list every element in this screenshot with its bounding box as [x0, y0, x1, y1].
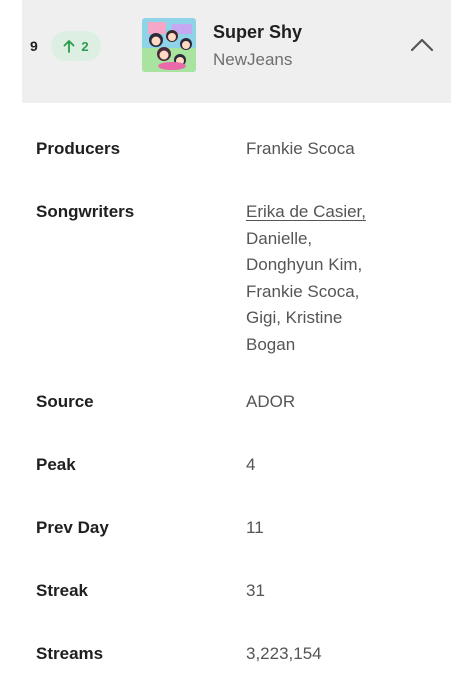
- peak-label: Peak: [36, 455, 76, 474]
- prev-day-label: Prev Day: [36, 518, 109, 537]
- track-artist[interactable]: NewJeans: [213, 50, 292, 70]
- rank-number: 9: [30, 38, 38, 54]
- songwriter-line: Donghyun Kim,: [246, 255, 363, 274]
- songwriter-line: Bogan: [246, 334, 296, 354]
- producers-value: Frankie Scoca: [246, 139, 355, 158]
- peak-value: 4: [246, 455, 256, 474]
- arrow-up-icon: [63, 40, 75, 53]
- songwriters-label: Songwriters: [36, 202, 135, 221]
- streak-value: 31: [246, 581, 265, 600]
- prev-day-value: 11: [246, 518, 264, 537]
- streams-label: Streams: [36, 644, 104, 663]
- songwriter-line: Gigi, Kristine: [246, 308, 343, 327]
- chevron-up-icon[interactable]: [408, 34, 436, 56]
- source-label: Source: [36, 392, 94, 411]
- streak-label: Streak: [36, 581, 88, 600]
- album-cover: [142, 18, 196, 72]
- source-value: ADOR: [246, 392, 296, 411]
- songwriter-line: Danielle,: [246, 228, 313, 248]
- streams-value: 3,223,154: [246, 644, 322, 663]
- track-title[interactable]: Super Shy: [213, 22, 302, 43]
- songwriters-value: Erika de Casier, Danielle, Donghyun Kim,…: [246, 199, 416, 358]
- rank-change-badge: 2: [51, 31, 101, 61]
- songwriter-line: Frankie Scoca,: [246, 281, 360, 301]
- producers-label: Producers: [36, 139, 121, 158]
- rank-change-value: 2: [81, 38, 89, 54]
- songwriter-link[interactable]: Erika de Casier,: [246, 202, 366, 221]
